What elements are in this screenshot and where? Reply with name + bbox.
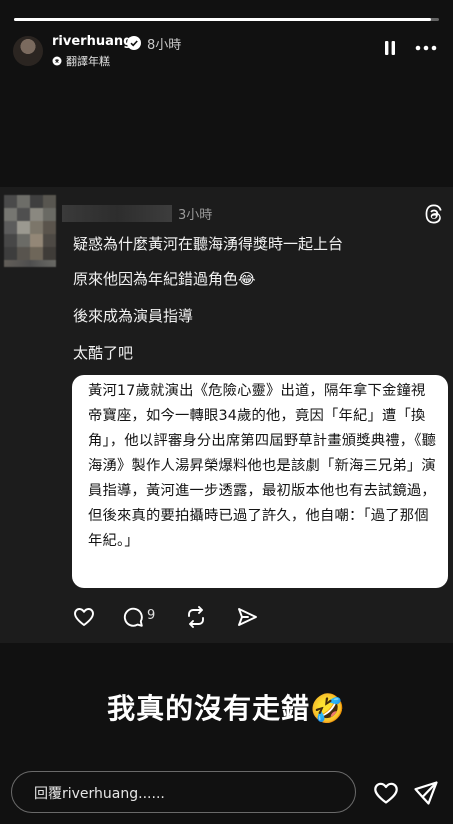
translate-link[interactable]: 翻譯年糕 xyxy=(52,53,110,69)
post-text-line: 疑惑為什麼黃河在聽海湧得獎時一起上台 xyxy=(73,235,344,253)
post-time: 3小時 xyxy=(178,208,213,223)
blurred-username xyxy=(62,205,172,222)
post-text-line: 原來他因為年紀錯過角色😂 xyxy=(73,270,256,288)
send-icon[interactable] xyxy=(413,780,439,806)
reply-placeholder: 回覆riverhuang...... xyxy=(34,786,165,802)
threads-icon[interactable] xyxy=(424,204,444,224)
quoted-news-card: 黃河17歲就演出《危險心靈》出道，隔年拿下金鐘視帝寶座，如今一轉眼34歲的他，竟… xyxy=(72,375,448,588)
post-text-line: 後來成為演員指導 xyxy=(73,307,194,325)
verified-badge-icon xyxy=(127,36,141,50)
like-story-icon[interactable] xyxy=(373,781,399,805)
post-text-line: 太酷了吧 xyxy=(73,344,134,362)
reply-count: 9 xyxy=(147,608,156,623)
story-time: 8小時 xyxy=(147,38,182,53)
story-progress-bar xyxy=(14,18,439,21)
quoted-news-text: 黃河17歲就演出《危險心靈》出道，隔年拿下金鐘視帝寶座，如今一轉眼34歲的他，竟… xyxy=(88,383,437,549)
pause-icon[interactable] xyxy=(383,40,397,56)
reply-input[interactable]: 回覆riverhuang...... xyxy=(11,771,356,813)
story-progress-fill xyxy=(14,18,431,21)
story-avatar[interactable] xyxy=(13,36,43,66)
comment-icon[interactable] xyxy=(122,606,144,628)
more-icon[interactable] xyxy=(415,43,437,53)
translate-label: 翻譯年糕 xyxy=(66,55,110,68)
story-caption: 我真的沒有走錯🤣 xyxy=(107,692,346,725)
story-username[interactable]: riverhuang xyxy=(52,34,132,49)
heart-icon[interactable] xyxy=(73,606,95,628)
repost-icon[interactable] xyxy=(185,606,207,628)
share-icon[interactable] xyxy=(236,606,258,628)
translate-icon xyxy=(52,56,62,66)
blurred-avatar xyxy=(4,195,56,267)
